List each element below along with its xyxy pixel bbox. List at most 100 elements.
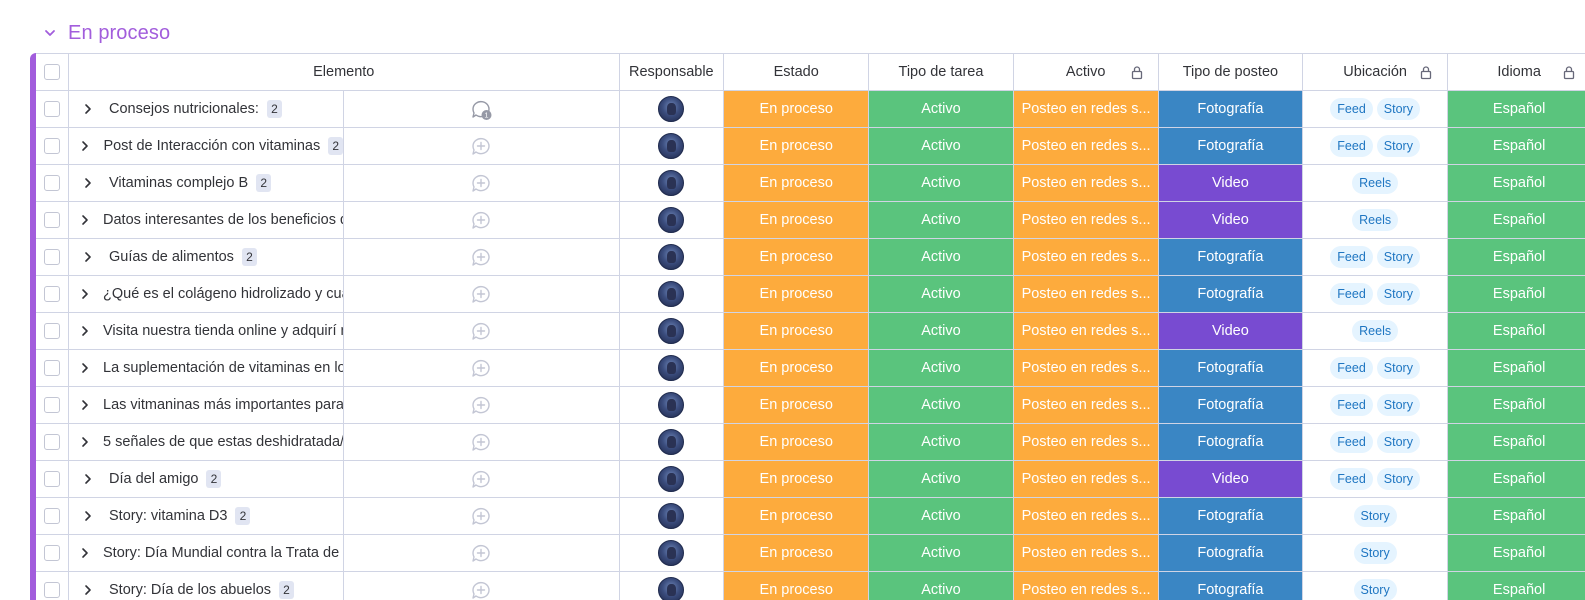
- item-name-cell[interactable]: La suplementación de vitaminas en los ma…: [67, 349, 344, 387]
- location-tag[interactable]: Feed: [1330, 246, 1373, 268]
- active-cell[interactable]: Posteo en redes s...: [1012, 497, 1159, 535]
- row-checkbox[interactable]: [44, 138, 60, 154]
- table-row[interactable]: Las vitmaninas más importantes para el i…: [36, 386, 1585, 424]
- task-type-cell[interactable]: Activo: [868, 571, 1014, 600]
- table-row[interactable]: Consejos nutricionales: 2 1 En proceso A…: [36, 90, 1585, 128]
- person-cell[interactable]: [618, 497, 725, 535]
- item-name-cell[interactable]: Vitaminas complejo B 2: [67, 164, 344, 202]
- item-name-cell[interactable]: Día del amigo 2: [67, 460, 344, 498]
- item-name-cell[interactable]: 5 señales de que estas deshidratada/o 2: [67, 423, 344, 461]
- item-name-cell[interactable]: Visita nuestra tienda online y adquirí n…: [67, 312, 344, 350]
- location-tag[interactable]: Feed: [1330, 431, 1373, 453]
- row-checkbox[interactable]: [44, 434, 60, 450]
- active-cell[interactable]: Posteo en redes s...: [1012, 312, 1159, 350]
- task-type-cell[interactable]: Activo: [868, 164, 1014, 202]
- item-name[interactable]: La suplementación de vitaminas en los ma…: [103, 360, 344, 376]
- location-tag[interactable]: Feed: [1330, 357, 1373, 379]
- avatar[interactable]: [658, 207, 685, 233]
- item-name-cell[interactable]: Las vitmaninas más importantes para el i…: [67, 386, 344, 424]
- post-type-cell[interactable]: Fotografía: [1157, 349, 1304, 387]
- location-tag[interactable]: Reels: [1352, 209, 1399, 231]
- location-tag[interactable]: Reels: [1352, 320, 1399, 342]
- row-checkbox[interactable]: [44, 249, 60, 265]
- language-cell[interactable]: Español: [1447, 571, 1585, 600]
- language-cell[interactable]: Español: [1447, 164, 1585, 202]
- collapse-group-icon[interactable]: [40, 23, 60, 43]
- active-cell[interactable]: Posteo en redes s...: [1012, 460, 1159, 498]
- item-name[interactable]: Día del amigo: [109, 471, 198, 487]
- item-name[interactable]: 5 señales de que estas deshidratada/o: [103, 434, 344, 450]
- language-cell[interactable]: Español: [1447, 386, 1585, 424]
- expand-subitems-icon[interactable]: [79, 322, 91, 340]
- language-cell[interactable]: Español: [1447, 127, 1585, 165]
- updates-cell[interactable]: [343, 497, 620, 535]
- column-header-post-type[interactable]: Tipo de posteo: [1157, 53, 1304, 91]
- status-cell[interactable]: En proceso: [723, 497, 870, 535]
- location-cell[interactable]: Feed Story: [1302, 127, 1449, 165]
- person-cell[interactable]: [618, 238, 725, 276]
- add-update-icon[interactable]: 1: [469, 97, 493, 121]
- item-name[interactable]: Vitaminas complejo B: [109, 175, 248, 191]
- row-checkbox[interactable]: [44, 286, 60, 302]
- status-cell[interactable]: En proceso: [723, 423, 870, 461]
- location-cell[interactable]: Story: [1302, 497, 1449, 535]
- active-cell[interactable]: Posteo en redes s...: [1012, 534, 1159, 572]
- task-type-cell[interactable]: Activo: [868, 275, 1014, 313]
- location-tag[interactable]: Feed: [1330, 394, 1373, 416]
- status-cell[interactable]: En proceso: [723, 571, 870, 600]
- avatar[interactable]: [658, 540, 685, 566]
- subitems-count-badge[interactable]: 2: [235, 507, 251, 525]
- row-checkbox[interactable]: [44, 360, 60, 376]
- language-cell[interactable]: Español: [1447, 497, 1585, 535]
- active-cell[interactable]: Posteo en redes s...: [1012, 386, 1159, 424]
- location-tag[interactable]: Story: [1353, 542, 1397, 564]
- active-cell[interactable]: Posteo en redes s...: [1012, 201, 1159, 239]
- item-name-cell[interactable]: Story: Día de los abuelos 2: [67, 571, 344, 600]
- item-name-cell[interactable]: Datos interesantes de los beneficios del…: [67, 201, 344, 239]
- expand-subitems-icon[interactable]: [79, 174, 97, 192]
- add-update-icon[interactable]: [469, 541, 493, 565]
- row-checkbox[interactable]: [44, 471, 60, 487]
- person-cell[interactable]: [618, 423, 725, 461]
- active-cell[interactable]: Posteo en redes s...: [1012, 571, 1159, 600]
- table-row[interactable]: Día del amigo 2 En proceso Activo Posteo…: [36, 460, 1585, 498]
- subitems-count-badge[interactable]: 2: [328, 137, 344, 155]
- group-title[interactable]: En proceso: [68, 22, 170, 45]
- updates-cell[interactable]: [343, 312, 620, 350]
- expand-subitems-icon[interactable]: [79, 470, 97, 488]
- location-tag[interactable]: Story: [1376, 98, 1420, 120]
- expand-subitems-icon[interactable]: [79, 211, 91, 229]
- post-type-cell[interactable]: Fotografía: [1157, 127, 1304, 165]
- updates-cell[interactable]: [343, 275, 620, 313]
- location-tag[interactable]: Story: [1376, 283, 1420, 305]
- location-tag[interactable]: Story: [1353, 579, 1397, 600]
- expand-subitems-icon[interactable]: [79, 433, 91, 451]
- avatar[interactable]: [658, 466, 685, 492]
- item-name-cell[interactable]: Post de Interacción con vitaminas 2: [67, 127, 344, 165]
- status-cell[interactable]: En proceso: [723, 534, 870, 572]
- add-update-icon[interactable]: [469, 208, 493, 232]
- active-cell[interactable]: Posteo en redes s...: [1012, 90, 1159, 128]
- location-tag[interactable]: Feed: [1330, 135, 1373, 157]
- expand-subitems-icon[interactable]: [79, 507, 97, 525]
- item-name[interactable]: Guías de alimentos: [109, 249, 234, 265]
- expand-subitems-icon[interactable]: [79, 544, 91, 562]
- post-type-cell[interactable]: Video: [1157, 201, 1304, 239]
- language-cell[interactable]: Español: [1447, 534, 1585, 572]
- row-checkbox[interactable]: [44, 508, 60, 524]
- task-type-cell[interactable]: Activo: [868, 386, 1014, 424]
- language-cell[interactable]: Español: [1447, 201, 1585, 239]
- add-update-icon[interactable]: [469, 504, 493, 528]
- table-row[interactable]: Story: Día de los abuelos 2 En proceso A…: [36, 571, 1585, 600]
- status-cell[interactable]: En proceso: [723, 201, 870, 239]
- person-cell[interactable]: [618, 201, 725, 239]
- status-cell[interactable]: En proceso: [723, 127, 870, 165]
- status-cell[interactable]: En proceso: [723, 460, 870, 498]
- person-cell[interactable]: [618, 127, 725, 165]
- person-cell[interactable]: [618, 90, 725, 128]
- subitems-count-badge[interactable]: 2: [279, 581, 295, 599]
- task-type-cell[interactable]: Activo: [868, 312, 1014, 350]
- language-cell[interactable]: Español: [1447, 312, 1585, 350]
- location-tag[interactable]: Story: [1376, 357, 1420, 379]
- add-update-icon[interactable]: [469, 134, 493, 158]
